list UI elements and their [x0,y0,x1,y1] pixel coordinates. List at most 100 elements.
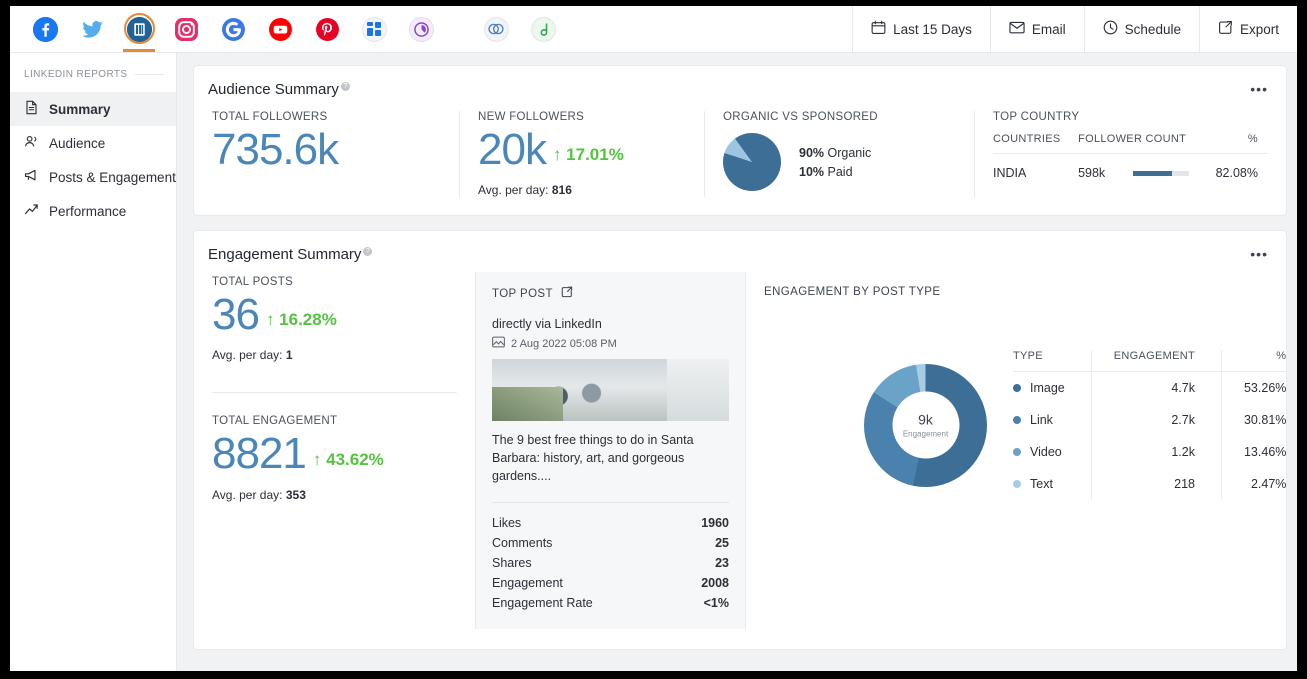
channel-tab-custom[interactable] [524,6,562,52]
post-type-name: Image [1030,381,1065,396]
sidebar-section-title: LINKEDIN REPORTS [24,69,128,80]
post-type-percent: 2.47% [1220,468,1287,501]
metric-label: Likes [492,515,522,530]
help-icon[interactable]: ? [340,82,350,91]
paid-percent: 10% [799,164,825,179]
channel-tab-links[interactable] [477,6,515,52]
help-icon[interactable]: ? [363,247,373,257]
sidebar-item-label: Posts & Engagement [49,169,176,185]
calendar-icon [871,20,886,38]
country-percent: 82.08% [1215,166,1258,180]
metric-label: Comments [492,535,553,550]
instagram-icon [174,17,199,42]
audience-summary-title: Audience Summary [208,81,339,98]
metrics-divider [212,392,457,394]
channel-tab-twitter[interactable] [73,6,111,52]
metric-value: 23 [715,555,729,570]
legend-swatch-video [1013,448,1021,457]
audience-metrics-row: Total Followers 735.6k New Followers 20k… [194,99,1286,215]
col-countries: Countries [993,129,1079,154]
top-country-block: Top Country Countries Follower Count % [974,111,1286,198]
post-type-name-cell: Link [1013,404,1091,436]
sidebar-item-summary[interactable]: Summary [10,92,176,126]
channel-tab-linkedin[interactable] [120,6,158,52]
avg-value: 1 [285,348,293,363]
legend-item-paid: 10% Paid [799,165,871,179]
pinterest-icon [315,17,340,42]
sidebar-item-label: Performance [49,203,127,219]
table-row: INDIA 598k 82.08% [993,154,1268,185]
avg-value: 816 [551,183,572,198]
donut-center-value: 9k [918,411,933,428]
sidebar-item-label: Audience [49,135,106,151]
col-type: Type [1013,350,1092,373]
chain-links-icon [483,16,509,42]
twitter-icon [80,17,105,42]
app-body: LINKEDIN REPORTS Summary Audience Posts … [10,53,1297,671]
document-icon [24,100,39,118]
external-link-icon[interactable] [561,286,573,301]
channel-tab-google[interactable] [214,6,252,52]
google-icon [221,17,246,42]
date-range-label: Last 15 Days [893,21,972,37]
metric-label: Engagement Rate [492,595,593,610]
top-post-image [492,359,729,422]
email-button[interactable]: Email [989,6,1084,52]
total-posts-average: Avg. per day: 1 [212,348,457,362]
facebook-icon [32,16,58,42]
col-engagement: Engagement [1090,350,1222,373]
export-label: Export [1239,21,1279,37]
post-type-name-cell: Image [1013,372,1091,405]
country-bar-fill [1132,171,1172,177]
country-followers-value: 598k [1078,166,1106,180]
channel-tab-facebook[interactable] [26,6,64,52]
table-row: Likes 1960 [492,513,729,533]
schedule-label: Schedule [1124,21,1181,37]
channel-tab-analytics[interactable] [402,6,440,52]
sidebar-rule [135,74,164,75]
trending-up-icon [24,202,39,220]
avg-label: Avg. per day: [478,183,549,198]
export-button[interactable]: Export [1198,6,1297,52]
sidebar-item-performance[interactable]: Performance [10,194,176,228]
organic-name: Organic [827,145,872,160]
channel-tab-instagram[interactable] [167,6,205,52]
audience-summary-card: ••• Audience Summary ? Total Followers 7… [193,65,1287,217]
metric-label: Shares [492,555,532,570]
post-type-table: Type Engagement % [1013,350,1287,501]
post-type-name-cell: Text [1013,468,1091,500]
table-row: Link 2.7k 30.81% [1013,404,1287,437]
audience-card-menu[interactable]: ••• [1250,82,1268,96]
date-range-button[interactable]: Last 15 Days [852,6,990,52]
channel-tab-google-business[interactable] [355,6,393,52]
sidebar-item-audience[interactable]: Audience [10,126,176,160]
total-engagement-value-row: 8821 ↑ 43.62% [212,431,457,477]
schedule-button[interactable]: Schedule [1083,6,1199,52]
sidebar-item-posts-engagement[interactable]: Posts & Engagement [10,160,176,194]
metric-value: 2008 [701,575,729,590]
engagement-card-menu[interactable]: ••• [1250,247,1268,261]
post-type-header-row: Type Engagement % [1013,350,1287,373]
avg-label: Avg. per day: [212,487,283,502]
top-post-date: 2 Aug 2022 05:08 PM [511,337,617,350]
channel-tab-youtube[interactable] [261,6,299,52]
audience-summary-title-wrap: Audience Summary ? [194,66,350,98]
col-percent: % [1210,129,1268,154]
new-followers-delta: ↑ 17.01% [552,145,624,165]
channel-tab-pinterest[interactable] [308,6,346,52]
channel-toolbar: Last 15 Days Email Schedule Export [10,6,1297,53]
post-type-engagement: 1.2k [1090,436,1222,469]
organic-pie-legend: 90% Organic 10% Paid [799,141,871,184]
table-row: Image 4.7k 53.26% [1013,371,1287,405]
top-post-source: directly via LinkedIn [492,317,602,332]
export-share-icon [1218,20,1233,38]
organic-vs-sponsored-block: Organic vs Sponsored 90% Organic 10% [704,111,974,198]
post-type-percent: 53.26% [1220,371,1287,405]
table-row: Engagement Rate <1% [492,593,729,613]
avg-value: 353 [285,487,306,502]
top-post-caption: The 9 best free things to do in Santa Ba… [492,433,694,484]
top-post-header: Top Post [492,286,729,301]
engagement-metrics-column: Total Posts 36 ↑ 16.28% Avg. per day: 1 … [194,272,475,644]
analytics-clock-icon [408,16,434,42]
legend-swatch-link [1013,416,1021,425]
